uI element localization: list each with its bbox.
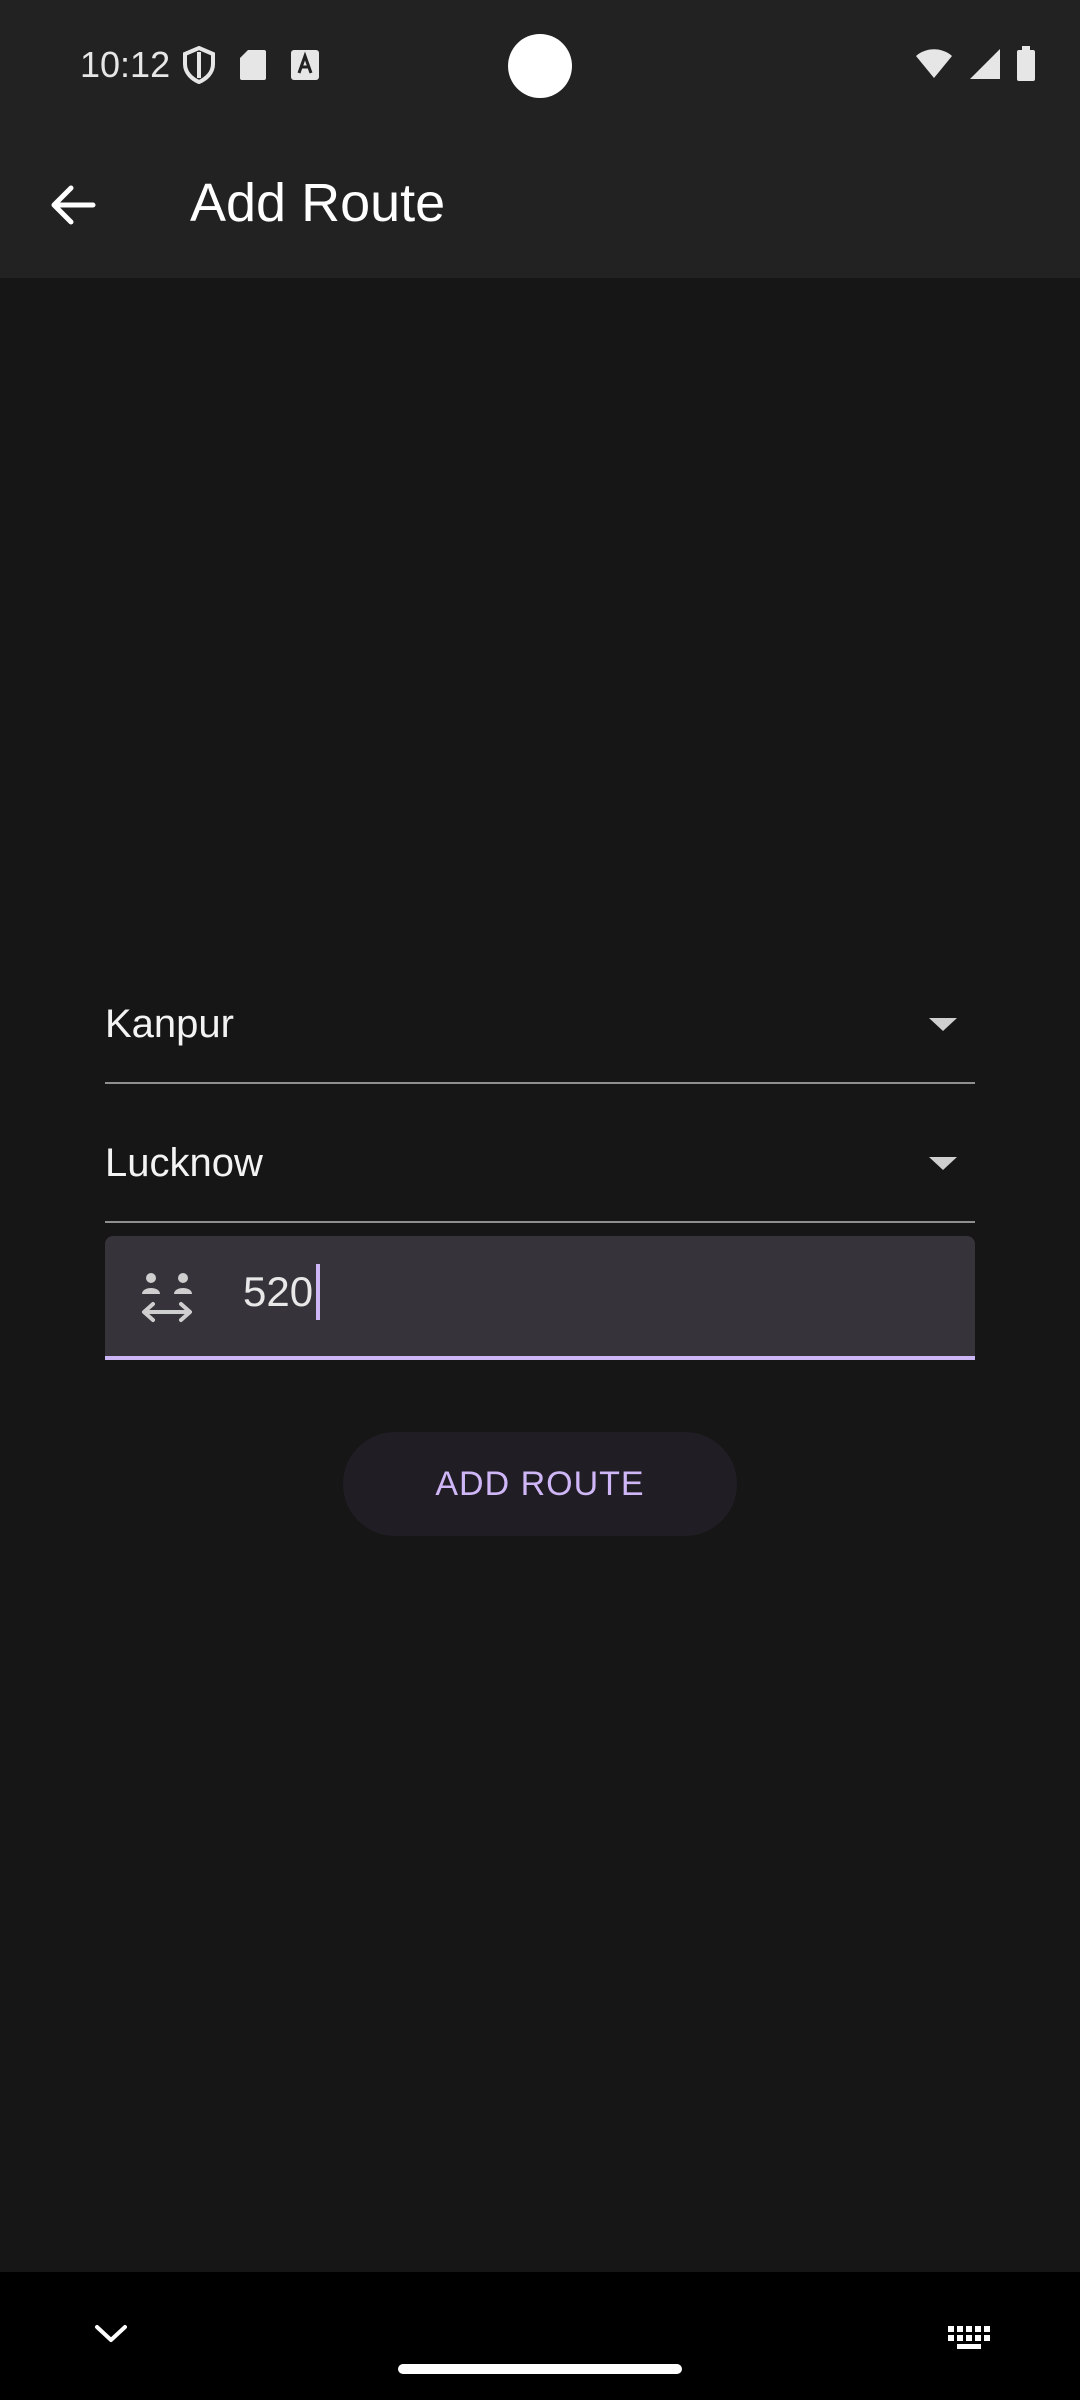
- text-cursor: [316, 1264, 321, 1320]
- add-route-button[interactable]: ADD ROUTE: [343, 1432, 737, 1536]
- text-a-icon: [291, 50, 319, 80]
- signal-icon: [970, 49, 1000, 79]
- shield-icon: [183, 46, 215, 84]
- camera-cutout: [508, 34, 572, 98]
- status-bar: 10:12: [0, 0, 1080, 132]
- source-city-dropdown[interactable]: Kanpur: [105, 972, 975, 1084]
- wifi-icon: [916, 49, 952, 78]
- distance-text: 520: [243, 1268, 314, 1315]
- page-title: Add Route: [190, 173, 446, 233]
- chevron-down-icon[interactable]: [92, 2322, 130, 2346]
- distance-people-icon: [142, 1273, 192, 1322]
- arrow-back-icon: [51, 185, 96, 225]
- dropdown-arrow-icon: [929, 1157, 957, 1170]
- battery-icon: [1017, 46, 1035, 81]
- status-icons-left: [182, 46, 320, 84]
- destination-city-dropdown[interactable]: Lucknow: [105, 1111, 975, 1223]
- status-icons-right: [914, 46, 1036, 82]
- home-handle[interactable]: [398, 2364, 682, 2374]
- status-time: 10:12: [80, 44, 171, 85]
- keyboard-icon[interactable]: [946, 2324, 992, 2352]
- distance-input[interactable]: 520: [105, 1236, 975, 1360]
- back-button[interactable]: [36, 168, 110, 242]
- distance-value: 520: [243, 1264, 321, 1320]
- destination-city-value: Lucknow: [105, 1141, 263, 1185]
- navigation-bar: [0, 2272, 1080, 2400]
- dropdown-arrow-icon: [929, 1018, 957, 1031]
- sd-card-icon: [240, 50, 266, 80]
- app-bar: Add Route: [0, 132, 1080, 278]
- source-city-value: Kanpur: [105, 1002, 234, 1046]
